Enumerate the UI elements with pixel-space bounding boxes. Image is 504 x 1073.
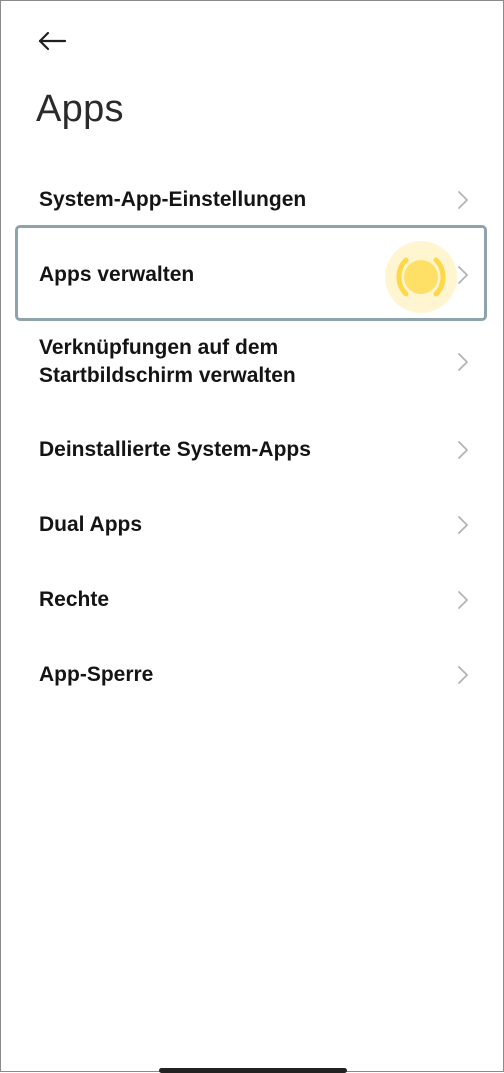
- chevron-right-icon: [458, 515, 468, 534]
- menu-item-dual-apps[interactable]: Dual Apps: [1, 487, 504, 562]
- menu-item-label: Deinstallierte System-Apps: [39, 437, 311, 461]
- arrow-left-icon: [38, 31, 66, 51]
- menu-item-app-lock[interactable]: App-Sperre: [1, 637, 504, 712]
- menu-item-system-app-settings[interactable]: System-App-Einstellungen: [1, 162, 504, 237]
- menu-item-label: System-App-Einstellungen: [39, 187, 307, 211]
- chevron-right-icon: [458, 590, 468, 609]
- menu-item-homescreen-shortcuts[interactable]: Verknüpfungen auf dem Startbildschirm ve…: [1, 312, 504, 412]
- menu-item-label: Verknüpfungen auf dem Startbildschirm ve…: [39, 336, 296, 387]
- menu-item-label: App-Sperre: [39, 662, 154, 686]
- page-title: Apps: [36, 88, 124, 130]
- menu-item-manage-apps[interactable]: Apps verwalten: [1, 237, 504, 312]
- menu-item-label: Rechte: [39, 587, 110, 611]
- home-indicator[interactable]: [159, 1068, 347, 1073]
- chevron-right-icon: [458, 265, 468, 284]
- menu-item-label: Apps verwalten: [39, 262, 195, 286]
- chevron-right-icon: [458, 190, 468, 209]
- screen: Apps System-App-Einstellungen Apps verwa…: [0, 0, 504, 1073]
- menu-item-uninstalled-system-apps[interactable]: Deinstallierte System-Apps: [1, 412, 504, 487]
- back-button[interactable]: [35, 25, 69, 57]
- chevron-right-icon: [458, 353, 468, 371]
- settings-menu: System-App-Einstellungen Apps verwalten …: [1, 162, 504, 712]
- chevron-right-icon: [458, 665, 468, 684]
- menu-item-label: Dual Apps: [39, 512, 143, 536]
- menu-item-permissions[interactable]: Rechte: [1, 562, 504, 637]
- chevron-right-icon: [458, 440, 468, 459]
